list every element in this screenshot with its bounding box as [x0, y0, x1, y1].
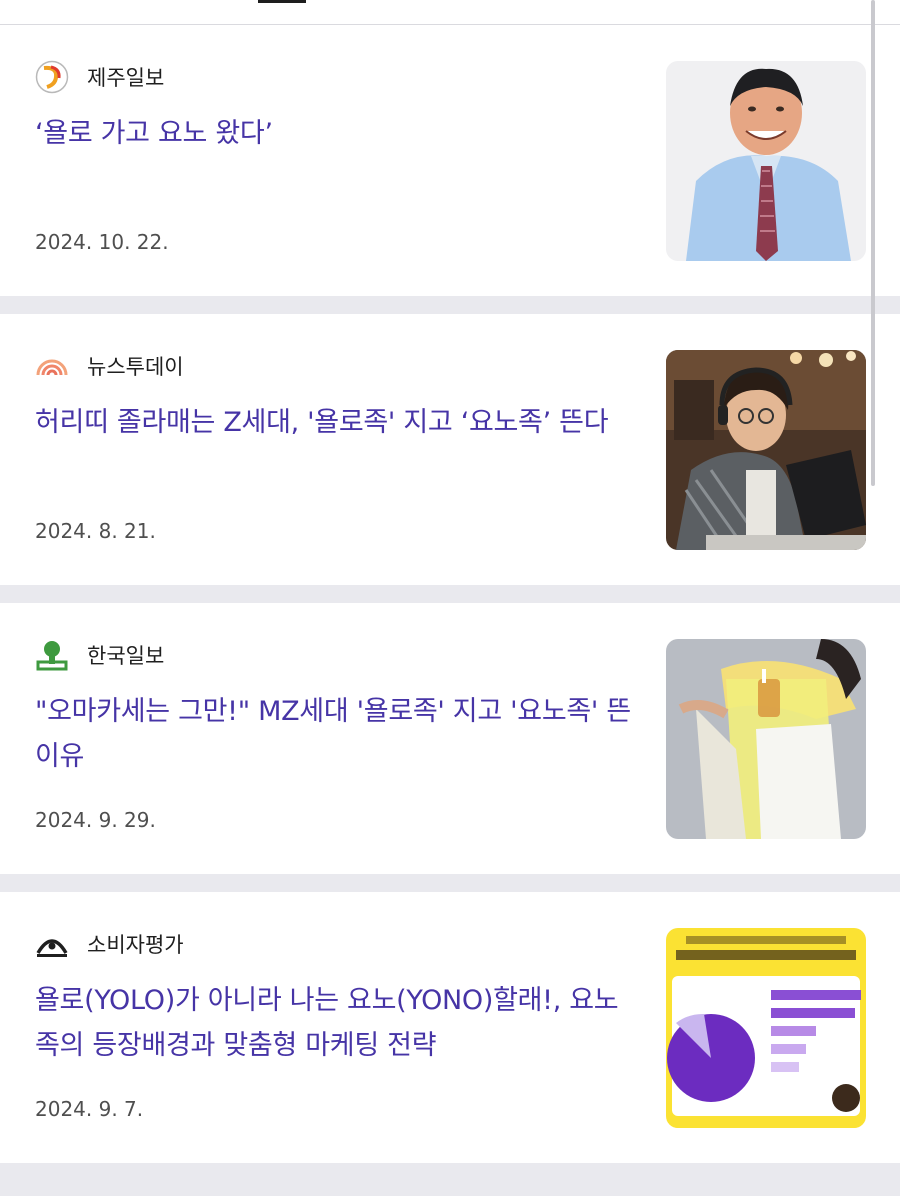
article-date: 2024. 8. 21.	[35, 519, 156, 543]
yono-infographic-image[interactable]	[666, 928, 866, 1128]
press-source[interactable]: 한국일보	[35, 637, 164, 673]
hankook-ilbo-logo-icon	[35, 638, 69, 672]
article-headline[interactable]: 욜로(YOLO)가 아니라 나는 요노(YONO)할래!, 요노족의 등장배경과…	[35, 978, 635, 1068]
jeju-ilbo-logo-icon	[35, 60, 69, 94]
news-card[interactable]: 뉴스투데이 허리띠 졸라매는 Z세대, '욜로족' 지고 ‘요노족’ 뜬다 20…	[0, 314, 900, 585]
active-tab-indicator	[258, 0, 306, 3]
press-name: 제주일보	[87, 66, 165, 90]
press-source[interactable]: 제주일보	[35, 59, 164, 95]
man-portrait-photo[interactable]	[666, 61, 866, 261]
scrollbar[interactable]	[871, 0, 875, 486]
news-card[interactable]: 제주일보 ‘욜로 가고 요노 왔다’ 2024. 10. 22.	[0, 25, 900, 296]
press-source[interactable]: 소비자평가	[35, 926, 184, 962]
article-date: 2024. 10. 22.	[35, 230, 169, 254]
article-headline[interactable]: "오마카세는 그만!" MZ세대 '욜로족' 지고 '요노족' 뜬 이유	[35, 689, 635, 779]
press-name: 뉴스투데이	[87, 355, 184, 379]
student-laptop-photo[interactable]	[666, 350, 866, 550]
article-date: 2024. 9. 29.	[35, 808, 156, 832]
news-card[interactable]: 한국일보 "오마카세는 그만!" MZ세대 '욜로족' 지고 '요노족' 뜬 이…	[0, 603, 900, 874]
woman-coffee-photo[interactable]	[666, 639, 866, 839]
press-name: 한국일보	[87, 644, 165, 668]
news-card[interactable]: 소비자평가 욜로(YOLO)가 아니라 나는 요노(YONO)할래!, 요노족의…	[0, 892, 900, 1163]
press-name: 소비자평가	[87, 933, 184, 957]
newstoday-rainbow-logo-icon	[35, 349, 69, 383]
consumer-eval-logo-icon	[35, 927, 69, 961]
press-source[interactable]: 뉴스투데이	[35, 348, 184, 384]
article-headline[interactable]: ‘욜로 가고 요노 왔다’	[35, 111, 635, 156]
article-headline[interactable]: 허리띠 졸라매는 Z세대, '욜로족' 지고 ‘요노족’ 뜬다	[35, 400, 635, 445]
top-tab-bar	[0, 0, 900, 25]
article-date: 2024. 9. 7.	[35, 1097, 144, 1121]
